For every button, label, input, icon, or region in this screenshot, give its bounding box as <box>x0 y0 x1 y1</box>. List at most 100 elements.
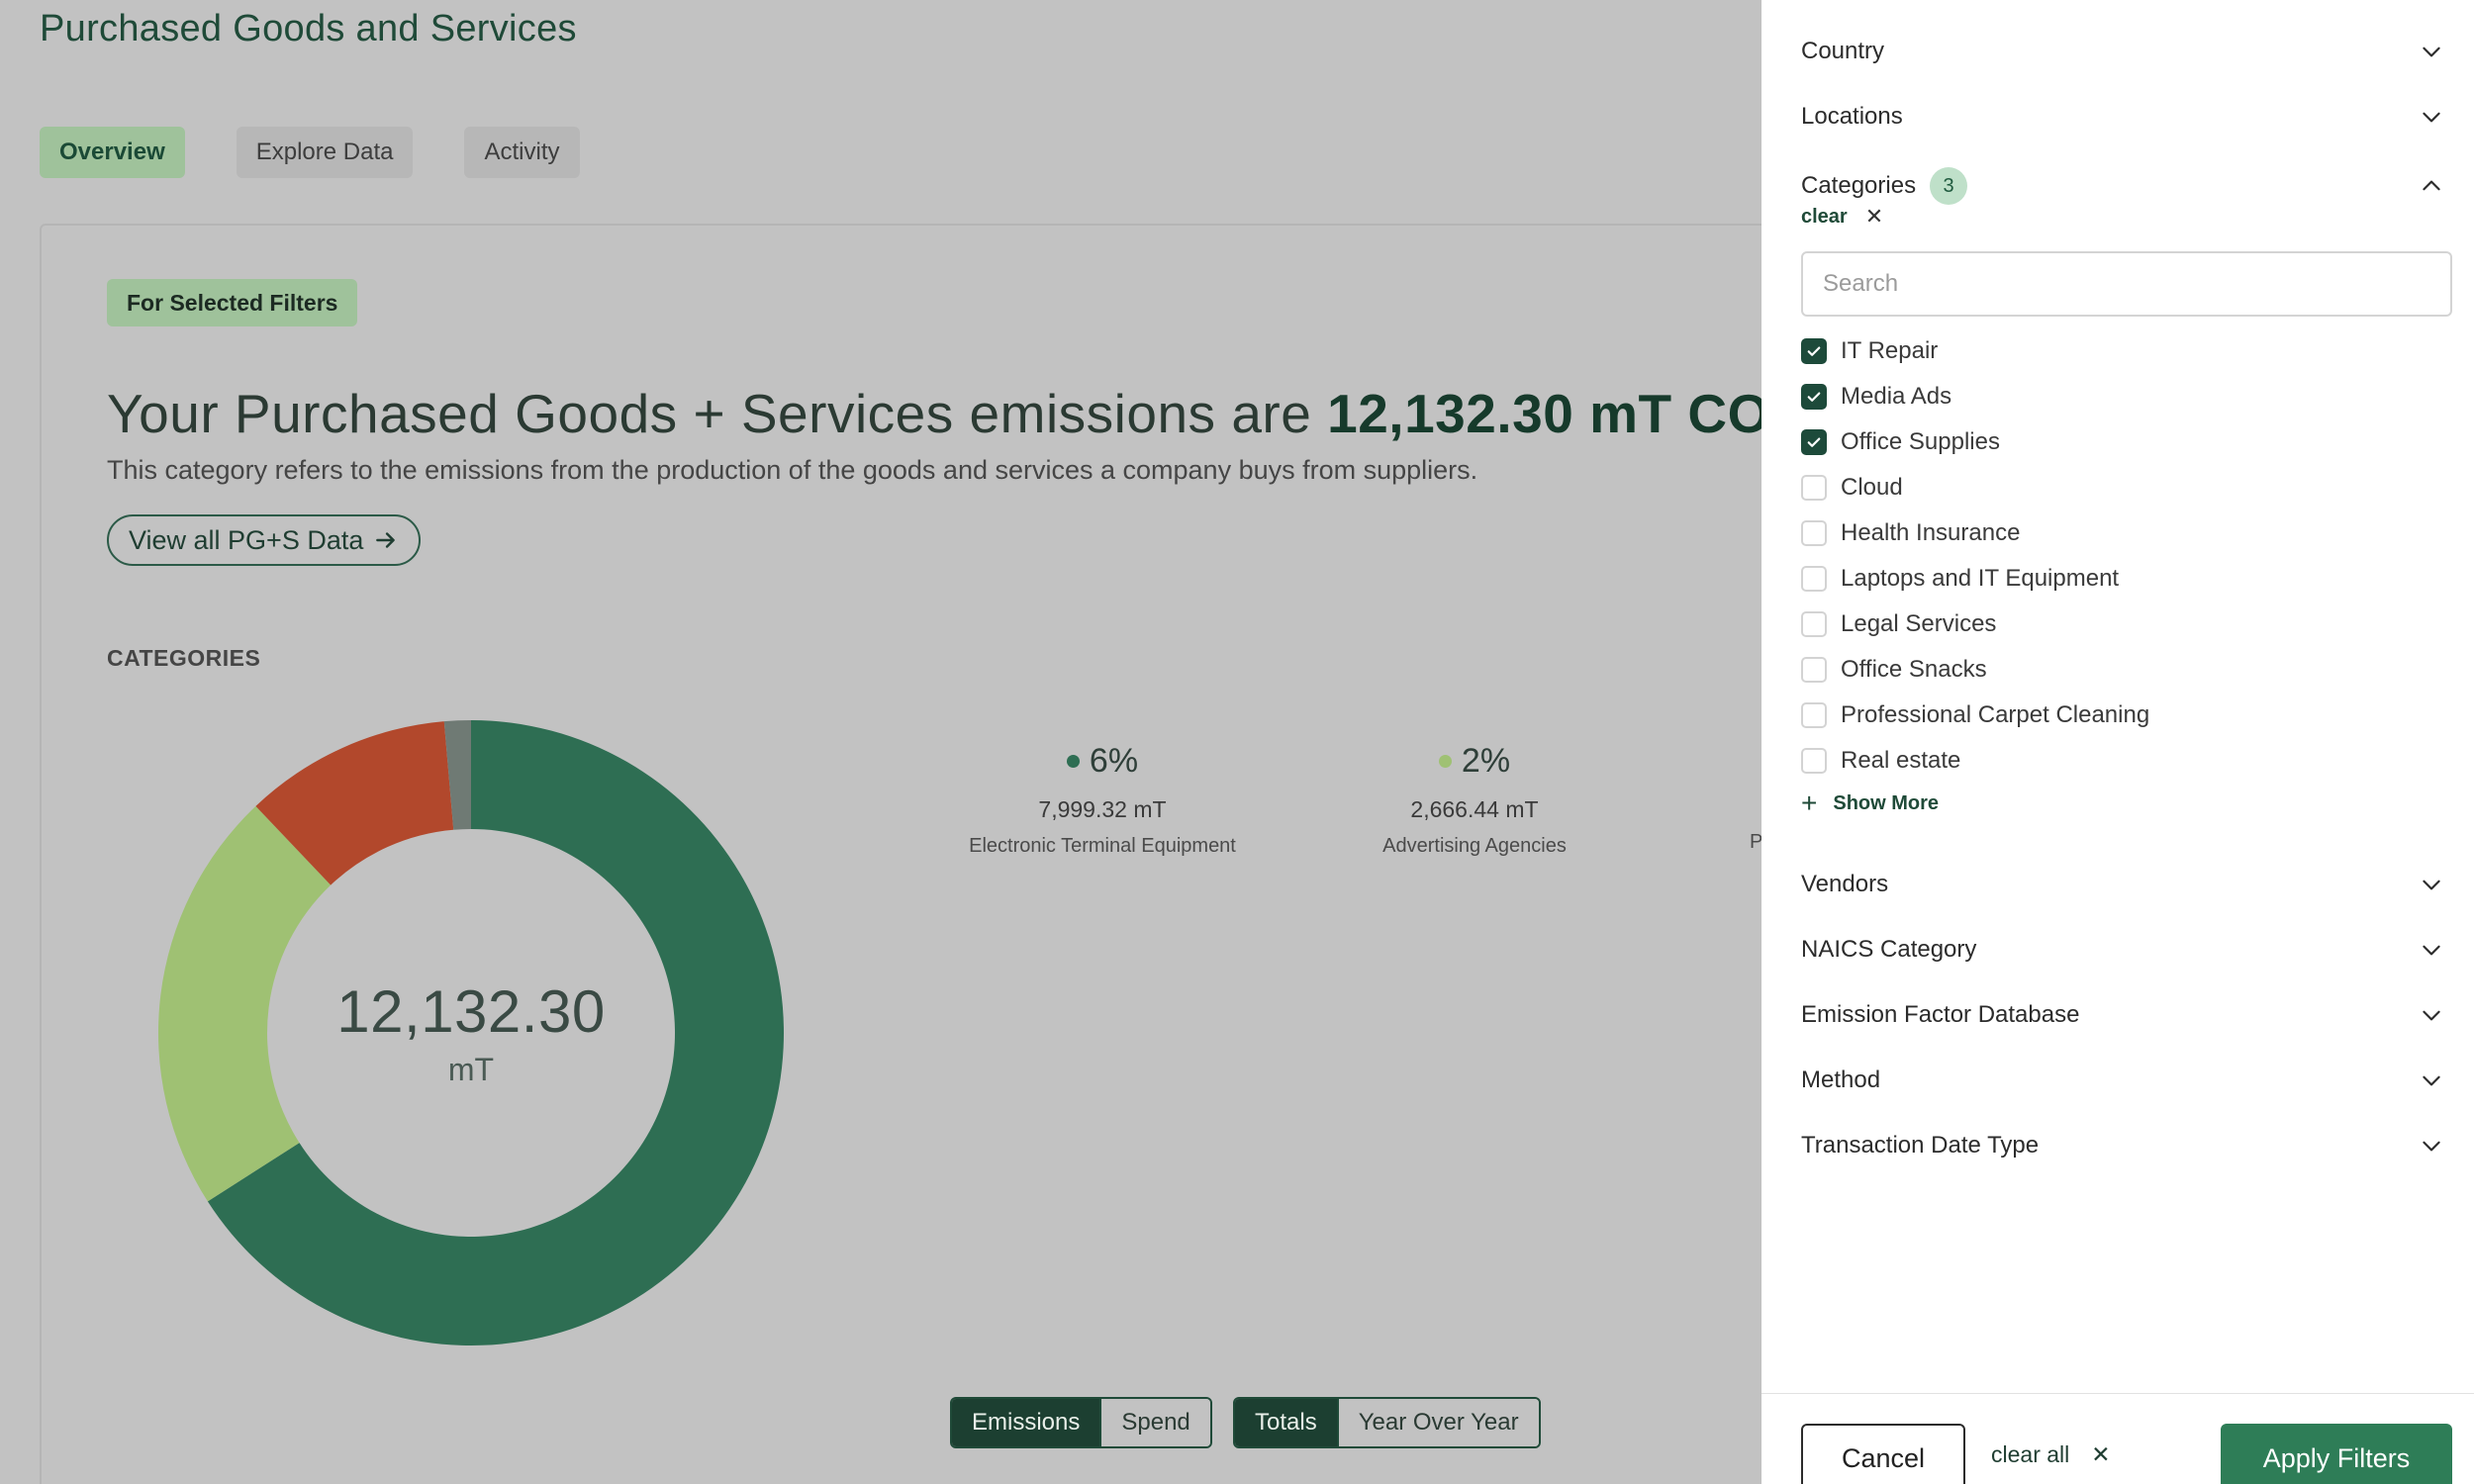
legend-percent: 2% <box>1461 742 1511 780</box>
category-option-office-snacks[interactable]: Office Snacks <box>1801 653 1987 687</box>
chevron-down-icon <box>2423 46 2440 57</box>
categories-search-input[interactable] <box>1801 251 2452 317</box>
filter-panel: Country Locations Categories 3 clear ✕ I… <box>1761 0 2474 1484</box>
check-icon <box>1807 392 1821 402</box>
legend-item: 2% 2,666.44 mT Advertising Agencies <box>1296 742 1653 858</box>
checkbox[interactable] <box>1801 566 1827 592</box>
option-label: Legal Services <box>1841 610 1997 637</box>
chevron-down-icon <box>2423 1075 2440 1086</box>
option-label: Laptops and IT Equipment <box>1841 565 2120 592</box>
checkbox[interactable] <box>1801 520 1827 546</box>
view-all-label: View all PG+S Data <box>129 524 364 555</box>
donut-total-value: 12,132.30 <box>336 978 606 1045</box>
totals-toggle[interactable]: Totals <box>1235 1399 1337 1446</box>
legend-dot <box>1066 755 1080 768</box>
view-all-data-button[interactable]: View all PG+S Data <box>107 514 422 566</box>
filter-method[interactable]: Method <box>1801 1061 2444 1100</box>
chevron-up-icon <box>2423 180 2440 191</box>
check-icon <box>1807 346 1821 356</box>
categories-count-badge: 3 <box>1930 167 1968 205</box>
legend-item: 6% 7,999.32 mT Electronic Terminal Equip… <box>924 742 1281 858</box>
option-label: Cloud <box>1841 474 1903 501</box>
legend-amount: 7,999.32 mT <box>1038 796 1167 822</box>
legend-percent-row: 2% <box>1438 742 1511 781</box>
option-label: Health Insurance <box>1841 519 2021 546</box>
emissions-toggle[interactable]: Emissions <box>952 1399 1100 1446</box>
category-option-laptops[interactable]: Laptops and IT Equipment <box>1801 562 2119 596</box>
app: Purchased Goods and Services Overview Ex… <box>0 0 2474 1484</box>
checkbox-checked[interactable] <box>1801 338 1827 364</box>
categories-clear-button[interactable]: clear ✕ <box>1801 204 1883 230</box>
spend-toggle[interactable]: Spend <box>1099 1399 1210 1446</box>
show-more-button[interactable]: + Show More <box>1801 788 1939 819</box>
filter-label: NAICS Category <box>1801 936 1977 963</box>
filter-transaction-date-type[interactable]: Transaction Date Type <box>1801 1126 2444 1165</box>
checkbox-checked[interactable] <box>1801 384 1827 410</box>
filter-vendors[interactable]: Vendors <box>1801 865 2444 904</box>
category-description: This category refers to the emissions fr… <box>107 455 1478 485</box>
close-icon: ✕ <box>1864 204 1884 229</box>
tab-activity[interactable]: Activity <box>464 127 580 178</box>
filter-label: Categories <box>1801 172 1917 199</box>
category-option-carpet-cleaning[interactable]: Professional Carpet Cleaning <box>1801 698 2149 732</box>
legend-category-name: Advertising Agencies <box>1382 835 1567 857</box>
option-label: Office Supplies <box>1841 428 2000 455</box>
legend-dot <box>1438 755 1452 768</box>
filter-label: Locations <box>1801 103 1903 130</box>
category-option-cloud[interactable]: Cloud <box>1801 471 1903 505</box>
filter-emission-factor-database[interactable]: Emission Factor Database <box>1801 995 2444 1035</box>
headline-value: 12,132.30 mT CO2e <box>1327 383 1833 444</box>
filter-panel-footer: Cancel clear all ✕ Apply Filters <box>1761 1393 2474 1484</box>
overview-card: For Selected Filters Your Purchased Good… <box>40 224 1832 1484</box>
category-option-real-estate[interactable]: Real estate <box>1801 744 1960 778</box>
checkbox-checked[interactable] <box>1801 429 1827 455</box>
clear-all-button[interactable]: clear all ✕ <box>1991 1441 2111 1468</box>
option-label: Real estate <box>1841 747 1961 774</box>
categories-header: Categories 3 <box>1801 167 1968 205</box>
chevron-down-icon <box>2423 880 2440 890</box>
checkbox[interactable] <box>1801 611 1827 637</box>
headline-prefix: Your Purchased Goods + Services emission… <box>107 383 1312 444</box>
tab-explore-data[interactable]: Explore Data <box>236 127 414 178</box>
mode-toggle: Totals Year Over Year <box>1233 1397 1541 1448</box>
legend-amount: 2,666.44 mT <box>1410 796 1539 822</box>
option-label: Office Snacks <box>1841 656 1987 683</box>
metric-toggle: Emissions Spend <box>950 1397 1212 1448</box>
category-option-office-supplies[interactable]: Office Supplies <box>1801 425 2000 459</box>
category-option-health-insurance[interactable]: Health Insurance <box>1801 516 2020 550</box>
filter-label: Vendors <box>1801 871 1889 897</box>
cancel-button[interactable]: Cancel <box>1801 1424 1965 1484</box>
filter-label: Method <box>1801 1067 1881 1093</box>
tab-overview[interactable]: Overview <box>40 127 185 178</box>
filter-locations[interactable]: Locations <box>1801 97 2444 137</box>
tab-bar: Overview Explore Data Activity <box>40 127 580 178</box>
filter-categories[interactable]: Categories 3 <box>1801 166 2444 206</box>
chevron-down-icon <box>2423 1141 2440 1152</box>
category-option-legal-services[interactable]: Legal Services <box>1801 607 1996 641</box>
category-option-media-ads[interactable]: Media Ads <box>1801 380 1951 414</box>
legend-percent-row: 6% <box>1066 742 1139 781</box>
checkbox[interactable] <box>1801 702 1827 728</box>
show-more-label: Show More <box>1833 791 1940 814</box>
chevron-down-icon <box>2423 112 2440 123</box>
categories-donut-chart: 12,132.30 mT <box>154 716 788 1349</box>
donut-center: 12,132.30 mT <box>154 716 788 1349</box>
check-icon <box>1807 437 1821 447</box>
chevron-down-icon <box>2423 945 2440 956</box>
categories-section-label: CATEGORIES <box>107 645 261 671</box>
legend-percent: 6% <box>1089 742 1139 780</box>
checkbox[interactable] <box>1801 475 1827 501</box>
apply-filters-button[interactable]: Apply Filters <box>2221 1424 2452 1484</box>
arrow-right-icon <box>376 532 396 548</box>
emissions-headline: Your Purchased Goods + Services emission… <box>107 382 1832 445</box>
filter-label: Emission Factor Database <box>1801 1001 2080 1028</box>
checkbox[interactable] <box>1801 748 1827 774</box>
checkbox[interactable] <box>1801 657 1827 683</box>
year-over-year-toggle[interactable]: Year Over Year <box>1336 1399 1539 1446</box>
category-option-it-repair[interactable]: IT Repair <box>1801 334 1938 368</box>
filter-country[interactable]: Country <box>1801 32 2444 71</box>
donut-total-unit: mT <box>447 1052 495 1087</box>
chevron-down-icon <box>2423 1010 2440 1021</box>
filter-naics-category[interactable]: NAICS Category <box>1801 930 2444 970</box>
page-title: Purchased Goods and Services <box>40 8 577 49</box>
